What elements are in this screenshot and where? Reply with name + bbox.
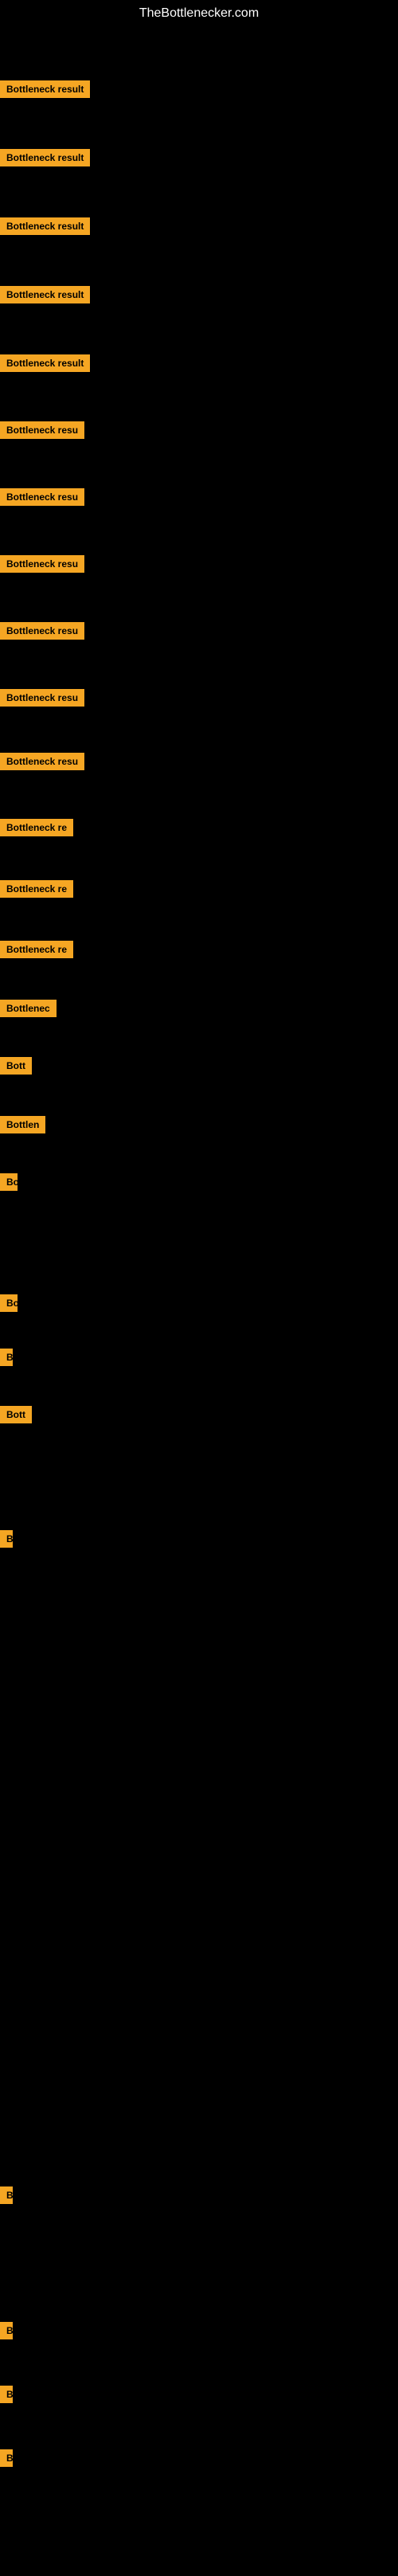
bottleneck-badge-16[interactable]: Bottlen <box>0 1116 45 1133</box>
bottleneck-badge-19[interactable]: Bo <box>0 1294 18 1312</box>
bottleneck-badge-8[interactable]: Bottleneck resu <box>0 622 84 640</box>
bottleneck-badge-6[interactable]: Bottleneck resu <box>0 488 84 506</box>
bottleneck-badge-36[interactable]: B <box>0 2449 13 2467</box>
bottleneck-badge-7[interactable]: Bottleneck resu <box>0 555 84 573</box>
bottleneck-badge-13[interactable]: Bottleneck re <box>0 941 73 958</box>
site-title: TheBottlenecker.com <box>0 0 398 27</box>
bottleneck-badge-12[interactable]: Bottleneck re <box>0 880 73 898</box>
bottleneck-badge-32[interactable]: B <box>0 2186 13 2204</box>
bottleneck-badge-1[interactable]: Bottleneck result <box>0 149 90 166</box>
bottleneck-badge-20[interactable]: B <box>0 1349 13 1366</box>
bottleneck-badge-0[interactable]: Bottleneck result <box>0 80 90 98</box>
bottleneck-badge-4[interactable]: Bottleneck result <box>0 354 90 372</box>
bottleneck-badge-9[interactable]: Bottleneck resu <box>0 689 84 707</box>
bottleneck-badge-15[interactable]: Bott <box>0 1057 32 1075</box>
bottleneck-badge-21[interactable]: Bott <box>0 1406 32 1423</box>
bottleneck-badge-5[interactable]: Bottleneck resu <box>0 421 84 439</box>
bottleneck-badge-3[interactable]: Bottleneck result <box>0 286 90 303</box>
bottleneck-badge-10[interactable]: Bottleneck resu <box>0 753 84 770</box>
bottleneck-badge-35[interactable]: B <box>0 2386 13 2403</box>
bottleneck-badge-11[interactable]: Bottleneck re <box>0 819 73 836</box>
bottleneck-badge-34[interactable]: B <box>0 2322 13 2339</box>
bottleneck-badge-17[interactable]: Bo <box>0 1173 18 1191</box>
bottleneck-badge-14[interactable]: Bottlenec <box>0 1000 57 1017</box>
bottleneck-badge-2[interactable]: Bottleneck result <box>0 217 90 235</box>
bottleneck-badge-23[interactable]: B <box>0 1530 13 1548</box>
